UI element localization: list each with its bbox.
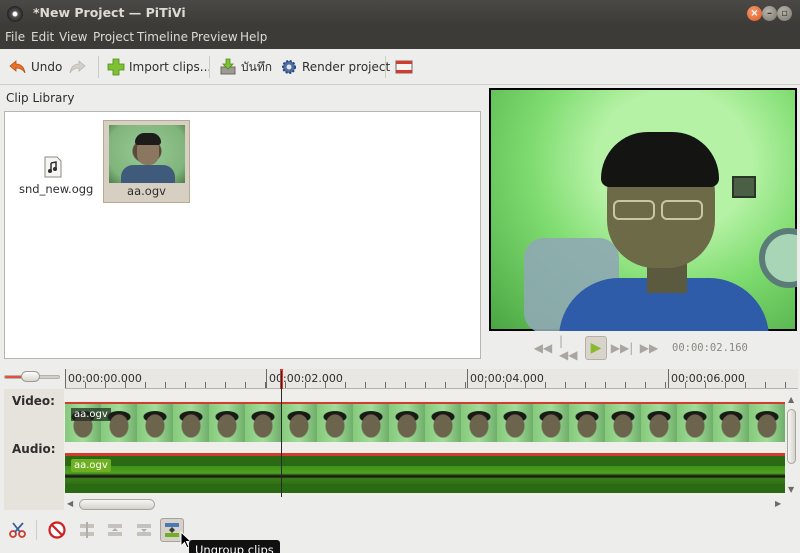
link-icon [108, 524, 122, 536]
go-to-start-icon[interactable]: |◀◀ [559, 334, 581, 362]
render-project-button[interactable]: Render project [280, 56, 390, 78]
title-bar: *New Project — PiTiVi × – ▫ [0, 0, 800, 27]
timeline-horizontal-scrollbar[interactable]: ◀ ▶ [65, 497, 785, 511]
track-labels: Video: Audio: [4, 389, 64, 510]
menu-bar: File Edit View Project Timeline Preview … [0, 27, 800, 49]
render-gear-icon [282, 60, 296, 74]
menu-edit[interactable]: Edit [31, 30, 54, 44]
ungroup-icon [165, 523, 179, 537]
audio-clip-name: aa.ogv [71, 459, 111, 472]
menu-project[interactable]: Project [93, 30, 134, 44]
split-clip-button[interactable] [6, 518, 30, 542]
toolbar-separator [36, 520, 37, 540]
unlink-button[interactable] [75, 518, 99, 542]
clip-name: aa.ogv [127, 184, 166, 198]
menu-help[interactable]: Help [240, 30, 267, 44]
unlink-icon [80, 522, 94, 538]
toolbar-separator [209, 56, 210, 78]
scissors-icon [9, 522, 26, 538]
video-clip[interactable]: aa.ogv [65, 402, 785, 442]
add-icon [107, 58, 125, 76]
tooltip: Ungroup clips [189, 540, 280, 553]
zoom-slider-handle[interactable] [21, 371, 40, 382]
maximize-icon[interactable]: ▫ [777, 6, 792, 21]
render-project-label: Render project [302, 60, 391, 74]
close-icon[interactable]: × [747, 6, 762, 21]
video-clip-name: aa.ogv [71, 408, 111, 421]
toolbar-separator [385, 56, 386, 78]
delete-button[interactable] [45, 518, 69, 542]
video-viewer [489, 88, 797, 331]
menu-file[interactable]: File [5, 30, 25, 44]
clip-name: snd_new.ogg [19, 182, 94, 196]
save-button[interactable]: บันทึก [219, 56, 272, 78]
video-track-label: Video: [12, 394, 55, 408]
clip-library-panel[interactable]: snd_new.ogg aa.ogv [4, 111, 481, 359]
fullscreen-icon [395, 60, 413, 74]
group-icon [137, 524, 151, 536]
fast-forward-icon[interactable]: ▶▶ [638, 336, 660, 360]
timecode: 00:00:02.160 [672, 342, 748, 354]
go-to-end-icon[interactable]: ▶▶| [611, 336, 634, 360]
window-title: *New Project — PiTiVi [33, 5, 186, 20]
timeline-ruler[interactable]: 00:00:00.000 00:00:02.000 00:00:04.000 0… [65, 369, 798, 389]
menu-preview[interactable]: Preview [191, 30, 238, 44]
import-clips-button[interactable]: Import clips... [107, 56, 211, 78]
audio-track-label: Audio: [12, 442, 56, 456]
undo-button[interactable]: Undo [9, 56, 62, 78]
undo-icon [9, 60, 26, 74]
redo-button[interactable] [68, 56, 86, 78]
play-button[interactable]: ▶ [585, 336, 607, 360]
ruler-label: 00:00:04.000 [470, 372, 544, 385]
main-toolbar: Undo Import clips... บันทึก Render proje… [0, 49, 800, 85]
link-button[interactable] [103, 518, 127, 542]
menu-timeline[interactable]: Timeline [137, 30, 188, 44]
toolbar-separator [98, 56, 99, 78]
audio-file-icon [44, 156, 62, 178]
timeline-vertical-scrollbar[interactable]: ▲ ▼ [786, 395, 798, 495]
group-button[interactable] [132, 518, 156, 542]
redo-icon [69, 60, 86, 74]
save-label: บันทึก [241, 59, 272, 74]
app-icon[interactable] [7, 6, 23, 22]
minimize-icon[interactable]: – [762, 6, 777, 21]
clip-item-aa[interactable]: aa.ogv [103, 120, 190, 203]
clip-thumbnail [109, 125, 185, 183]
fullscreen-button[interactable] [395, 56, 413, 78]
playhead[interactable] [281, 371, 282, 497]
ruler-label: 00:00:06.000 [671, 372, 745, 385]
audio-clip[interactable]: aa.ogv [65, 453, 785, 493]
audio-waveform [65, 466, 785, 484]
timeline-tracks[interactable]: aa.ogv aa.ogv [65, 389, 785, 496]
import-clips-label: Import clips... [129, 60, 212, 74]
rewind-icon[interactable]: ◀◀ [532, 336, 554, 360]
ruler-label: 00:00:00.000 [68, 372, 142, 385]
menu-view[interactable]: View [59, 30, 87, 44]
clip-library-title: Clip Library [6, 91, 75, 105]
delete-icon [48, 521, 66, 539]
clip-item-snd-new[interactable]: snd_new.ogg [19, 156, 94, 196]
save-icon [220, 58, 236, 75]
undo-label: Undo [31, 60, 63, 74]
